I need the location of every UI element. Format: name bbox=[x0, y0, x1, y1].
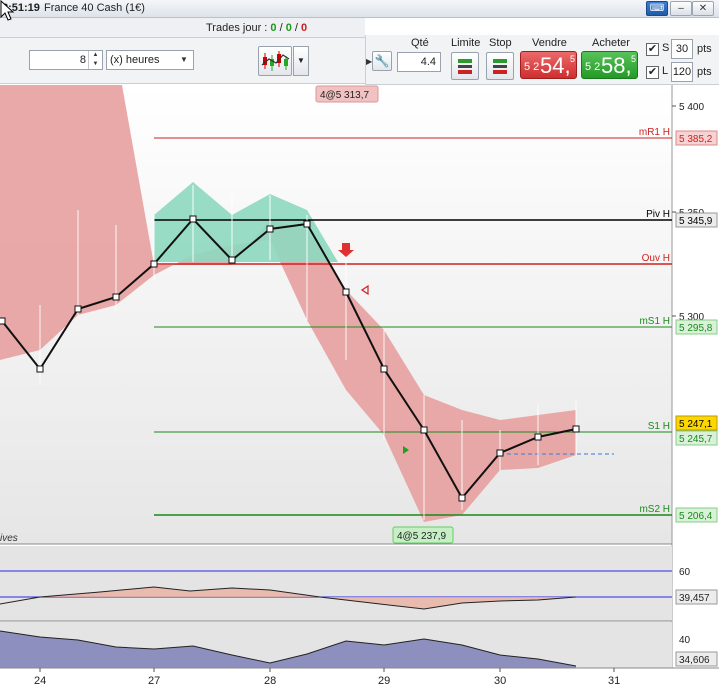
date-tick: 28 bbox=[264, 675, 276, 687]
high-label: 4@5 313,7 bbox=[320, 90, 370, 101]
level-value: 5 206,4 bbox=[679, 511, 713, 522]
close-button[interactable]: ✕ bbox=[692, 1, 714, 16]
chart-toolbar: 8 ▲ ▼ (x) heures ▼ ▼ bbox=[0, 38, 365, 84]
buy-button[interactable]: 5 2 58, 5 bbox=[581, 51, 638, 79]
stop-checkbox[interactable]: ✔ bbox=[646, 43, 659, 56]
period-spinner[interactable]: 8 ▲ ▼ bbox=[29, 50, 103, 70]
date-tick: 30 bbox=[494, 675, 506, 687]
current-price: 5 247,1 bbox=[679, 419, 713, 430]
limit-checkbox[interactable]: ✔ bbox=[646, 66, 659, 79]
level-value: 5 245,7 bbox=[679, 434, 713, 445]
minimize-button[interactable]: – bbox=[670, 1, 692, 16]
title-bar: 8:51:19 France 40 Cash (1€) ⌨ – ✕ bbox=[0, 0, 719, 18]
chart-type-icon bbox=[261, 51, 290, 71]
limit-order-button[interactable] bbox=[451, 52, 479, 80]
oscillator-panel-1 bbox=[0, 546, 672, 621]
level-name: mS2 H bbox=[639, 504, 670, 515]
price-tick: 5 400 bbox=[679, 102, 704, 113]
level-name: S1 H bbox=[648, 421, 670, 432]
qty-input[interactable]: 4.4 bbox=[397, 52, 441, 72]
chart-type-dropdown[interactable]: ▼ bbox=[293, 46, 309, 76]
period-unit-select[interactable]: (x) heures ▼ bbox=[106, 50, 194, 70]
limit-label: Limite bbox=[451, 37, 481, 49]
limit-points-input[interactable]: 120 bbox=[671, 62, 693, 82]
trades-bar: Trades jour : 0 / 0 / 0 bbox=[0, 18, 365, 38]
wrench-icon[interactable]: 🔧 bbox=[372, 51, 392, 71]
osc1-value: 39,457 bbox=[679, 593, 710, 604]
spinner-arrows-icon[interactable]: ▲ ▼ bbox=[88, 51, 102, 69]
buy-label: Acheter bbox=[592, 37, 630, 49]
order-panel: ▶ 🔧 Qté 4.4 Limite Stop Vendre 5 2 54, 5… bbox=[365, 35, 719, 85]
stop-points-input[interactable]: 30 bbox=[671, 39, 693, 59]
instrument-title: France 40 Cash (1€) bbox=[44, 2, 145, 14]
chart-type-button[interactable] bbox=[258, 46, 292, 76]
osc2-tick: 40 bbox=[679, 635, 691, 646]
mouse-cursor-icon bbox=[0, 0, 15, 21]
level-value: 5 385,2 bbox=[679, 134, 713, 145]
chart-area[interactable]: 5 400 5 350 5 300 mR1 H 5 385,2 Piv H 5 … bbox=[0, 84, 719, 690]
stop-order-button[interactable] bbox=[486, 52, 514, 80]
level-name: mR1 H bbox=[639, 127, 670, 138]
low-label: 4@5 237,9 bbox=[397, 531, 447, 542]
date-tick: 24 bbox=[34, 675, 46, 687]
date-tick: 29 bbox=[378, 675, 390, 687]
corner-label: ives bbox=[0, 533, 18, 544]
sell-button[interactable]: 5 2 54, 5 bbox=[520, 51, 577, 79]
keyboard-icon[interactable]: ⌨ bbox=[646, 1, 668, 16]
chevron-down-icon: ▼ bbox=[180, 55, 188, 64]
qty-label: Qté bbox=[411, 37, 429, 49]
trades-label: Trades jour : 0 / 0 / 0 bbox=[206, 22, 308, 34]
stop-label: Stop bbox=[489, 37, 512, 49]
level-name: Piv H bbox=[646, 209, 670, 220]
level-name: mS1 H bbox=[639, 316, 670, 327]
sell-label: Vendre bbox=[532, 37, 567, 49]
level-name: Ouv H bbox=[642, 253, 670, 264]
price-chart[interactable]: 5 400 5 350 5 300 mR1 H 5 385,2 Piv H 5 … bbox=[0, 84, 719, 690]
date-tick: 27 bbox=[148, 675, 160, 687]
osc1-tick: 60 bbox=[679, 567, 691, 578]
date-tick: 31 bbox=[608, 675, 620, 687]
level-value: 5 295,8 bbox=[679, 323, 713, 334]
osc2-value: 34,606 bbox=[679, 655, 710, 666]
level-value: 5 345,9 bbox=[679, 216, 713, 227]
